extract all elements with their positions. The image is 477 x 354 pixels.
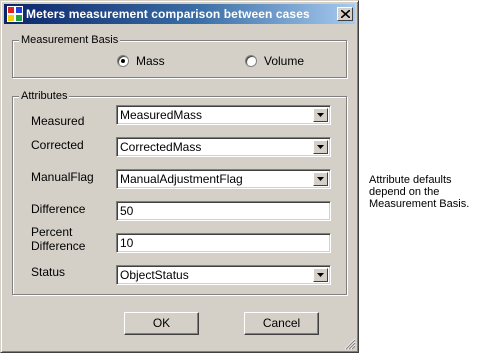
app-grid-icon xyxy=(7,6,23,22)
chevron-down-icon xyxy=(317,177,324,181)
title-bar[interactable]: Meters measurement comparison between ca… xyxy=(4,4,355,24)
corrected-label: Corrected xyxy=(31,138,84,152)
percent-difference-value: 10 xyxy=(120,236,134,250)
mass-radio-label: Mass xyxy=(136,54,165,68)
side-note: Attribute defaults depend on the Measure… xyxy=(369,174,470,210)
difference-value: 50 xyxy=(120,204,134,218)
radio-unchecked-icon xyxy=(245,55,257,67)
difference-input[interactable]: 50 xyxy=(116,201,331,221)
corrected-value: CorrectedMass xyxy=(120,140,202,154)
window-title: Meters measurement comparison between ca… xyxy=(26,7,310,21)
manual-flag-label: ManualFlag xyxy=(31,170,94,184)
manual-flag-combo[interactable]: ManualAdjustmentFlag xyxy=(116,169,331,189)
chevron-down-icon xyxy=(317,113,324,117)
percent-difference-input[interactable]: 10 xyxy=(116,233,331,253)
measurement-basis-label: Measurement Basis xyxy=(19,33,121,47)
volume-radio-label: Volume xyxy=(264,54,305,68)
attributes-label: Attributes xyxy=(19,89,70,103)
percent-difference-label: Percent Difference xyxy=(31,225,86,253)
cancel-button[interactable]: Cancel xyxy=(244,312,319,335)
measured-combo[interactable]: MeasuredMass xyxy=(116,105,331,125)
mass-radio[interactable]: Mass xyxy=(117,54,165,68)
comparison-dialog: Meters measurement comparison between ca… xyxy=(0,0,359,353)
radio-checked-icon xyxy=(117,55,129,67)
status-value: ObjectStatus xyxy=(120,268,189,282)
corrected-dropdown-button[interactable] xyxy=(313,140,328,154)
volume-radio[interactable]: Volume xyxy=(245,54,304,68)
measured-value: MeasuredMass xyxy=(120,108,203,122)
status-combo[interactable]: ObjectStatus xyxy=(116,265,331,285)
manual-flag-value: ManualAdjustmentFlag xyxy=(120,172,243,186)
resize-grip-icon[interactable] xyxy=(344,338,356,350)
measured-dropdown-button[interactable] xyxy=(313,108,328,122)
measured-label: Measured xyxy=(31,114,85,128)
ok-button[interactable]: OK xyxy=(124,312,199,335)
chevron-down-icon xyxy=(317,273,324,277)
difference-label: Difference xyxy=(31,202,86,216)
close-icon xyxy=(341,10,350,18)
status-dropdown-button[interactable] xyxy=(313,268,328,282)
manual-flag-dropdown-button[interactable] xyxy=(313,172,328,186)
measurement-basis-group: Measurement Basis Mass Volume xyxy=(12,33,347,78)
status-label: Status xyxy=(31,265,66,279)
close-button[interactable] xyxy=(337,7,353,21)
corrected-combo[interactable]: CorrectedMass xyxy=(116,137,331,157)
chevron-down-icon xyxy=(317,145,324,149)
